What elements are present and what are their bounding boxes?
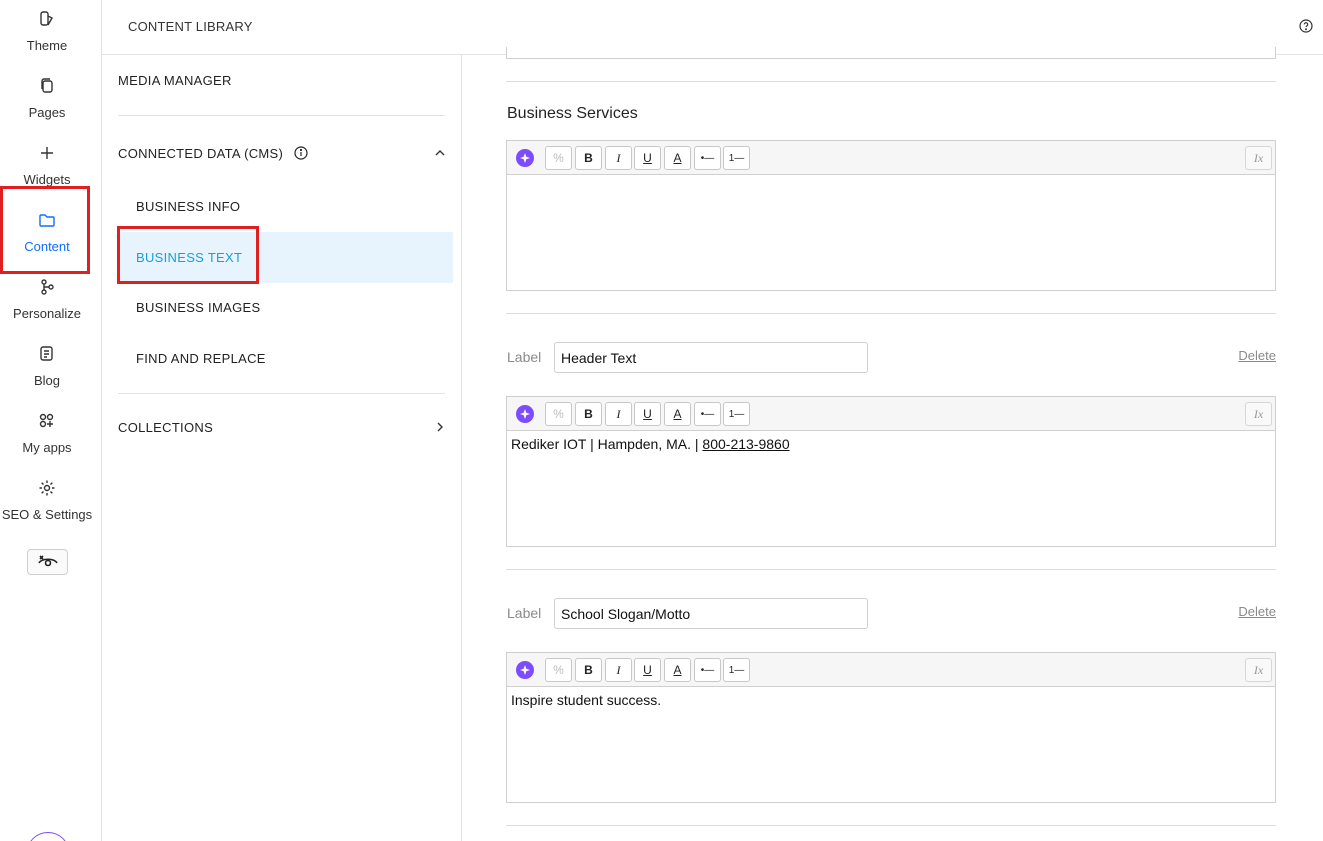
pages-icon: [0, 77, 94, 99]
rail-label: Widgets: [23, 172, 71, 187]
text-editor-previous[interactable]: [506, 47, 1276, 59]
clear-format-button[interactable]: Ix: [1245, 658, 1272, 682]
content-library-panel: MEDIA MANAGER CONNECTED DATA (CMS) BUSIN…: [102, 55, 462, 841]
ai-sparkle-icon[interactable]: [516, 405, 534, 423]
divider: [506, 81, 1276, 82]
editor-text: Inspire student success.: [511, 692, 662, 708]
text-color-button[interactable]: A: [664, 146, 691, 170]
bullet-list-button[interactable]: •—: [694, 402, 721, 426]
clear-format-button[interactable]: Ix: [1245, 146, 1272, 170]
rail-label: My apps: [22, 440, 72, 455]
chevron-up-icon[interactable]: [434, 147, 446, 159]
sidebar-item-business-info[interactable]: BUSINESS INFO: [118, 181, 453, 232]
divider: [506, 313, 1276, 314]
delete-link[interactable]: Delete: [1238, 604, 1276, 619]
divider: [118, 393, 445, 394]
blog-icon: [0, 345, 94, 367]
editor-body[interactable]: [507, 175, 1275, 290]
label-input-header-text[interactable]: [554, 342, 868, 373]
personalize-icon: [0, 278, 94, 300]
apps-icon: [0, 412, 94, 434]
avatar[interactable]: [26, 832, 70, 841]
rich-text-editor[interactable]: % B I U A •— 1— Ix: [506, 140, 1276, 291]
numbered-list-button[interactable]: 1—: [723, 146, 750, 170]
phone-link[interactable]: 800-213-9860: [702, 436, 789, 452]
chevron-right-icon[interactable]: [434, 421, 446, 433]
italic-button[interactable]: I: [605, 658, 632, 682]
rail-item-widgets[interactable]: Widgets: [0, 144, 94, 187]
rail-item-personalize[interactable]: Personalize: [0, 278, 94, 321]
bullet-list-button[interactable]: •—: [694, 146, 721, 170]
text-color-button[interactable]: A: [664, 658, 691, 682]
rail-item-pages[interactable]: Pages: [0, 77, 94, 120]
label-input-slogan[interactable]: [554, 598, 868, 629]
help-icon[interactable]: [1299, 19, 1313, 33]
editor-app: Theme Pages Widgets Content Personalize: [0, 0, 1323, 841]
sidebar-item-label: BUSINESS IMAGES: [136, 300, 261, 315]
rich-text-editor[interactable]: % B I U A •— 1— Ix Inspire student succe…: [506, 652, 1276, 803]
sidebar-item-business-images[interactable]: BUSINESS IMAGES: [118, 282, 453, 333]
bold-button[interactable]: B: [575, 658, 602, 682]
rich-text-editor[interactable]: % B I U A •— 1— Ix Rediker IOT | Hampden…: [506, 396, 1276, 547]
sidebar-item-find-and-replace[interactable]: FIND AND REPLACE: [118, 333, 453, 384]
media-manager-link[interactable]: MEDIA MANAGER: [118, 73, 232, 88]
theme-icon: [0, 10, 94, 32]
eye-preview-icon: [37, 555, 58, 567]
underline-button[interactable]: U: [634, 146, 661, 170]
editor-toolbar: % B I U A •— 1— Ix: [507, 397, 1275, 431]
business-text-editor: Business Services % B I U A •— 1— Ix Lab…: [462, 47, 1323, 841]
ai-sparkle-icon[interactable]: [516, 149, 534, 167]
section-title: Business Services: [507, 105, 638, 122]
left-rail: Theme Pages Widgets Content Personalize: [0, 0, 102, 841]
plus-icon: [0, 144, 94, 166]
page-title: CONTENT LIBRARY: [128, 19, 253, 34]
link-button[interactable]: %: [545, 146, 572, 170]
sidebar-item-label: BUSINESS INFO: [136, 199, 241, 214]
editor-body[interactable]: Rediker IOT | Hampden, MA. | 800-213-986…: [507, 431, 1275, 546]
bold-button[interactable]: B: [575, 146, 602, 170]
divider: [506, 569, 1276, 570]
rail-label: Personalize: [13, 306, 81, 321]
collections-link[interactable]: COLLECTIONS: [118, 420, 213, 435]
rail-label: Theme: [26, 38, 68, 53]
link-button[interactable]: %: [545, 402, 572, 426]
italic-button[interactable]: I: [605, 402, 632, 426]
ai-sparkle-icon[interactable]: [516, 661, 534, 679]
bold-button[interactable]: B: [575, 402, 602, 426]
bullet-list-button[interactable]: •—: [694, 658, 721, 682]
highlight-box-content: [0, 186, 90, 274]
info-icon[interactable]: [294, 146, 308, 160]
numbered-list-button[interactable]: 1—: [723, 658, 750, 682]
clear-format-button[interactable]: Ix: [1245, 402, 1272, 426]
rail-label: Blog: [33, 373, 61, 388]
link-button[interactable]: %: [545, 658, 572, 682]
italic-button[interactable]: I: [605, 146, 632, 170]
rail-item-theme[interactable]: Theme: [0, 10, 94, 53]
rail-label: Pages: [28, 105, 66, 120]
divider: [118, 115, 445, 116]
sidebar-item-label: FIND AND REPLACE: [136, 351, 266, 366]
editor-toolbar: % B I U A •— 1— Ix: [507, 653, 1275, 687]
divider: [506, 825, 1276, 826]
connected-data-toggle[interactable]: CONNECTED DATA (CMS): [118, 146, 283, 161]
editor-body[interactable]: Inspire student success.: [507, 687, 1275, 802]
label-caption: Label: [507, 349, 542, 365]
delete-link[interactable]: Delete: [1238, 348, 1276, 363]
text-color-button[interactable]: A: [664, 402, 691, 426]
editor-toolbar: % B I U A •— 1— Ix: [507, 141, 1275, 175]
gear-icon: [0, 479, 94, 501]
preview-toggle-button[interactable]: [27, 549, 68, 575]
rail-item-blog[interactable]: Blog: [0, 345, 94, 388]
editor-text: Rediker IOT | Hampden, MA. |: [511, 436, 703, 452]
label-caption: Label: [507, 605, 542, 621]
rail-item-seo-settings[interactable]: SEO & Settings: [0, 479, 94, 522]
rail-item-my-apps[interactable]: My apps: [0, 412, 94, 455]
highlight-box-business-text: [117, 226, 259, 284]
rail-label: SEO & Settings: [1, 507, 93, 522]
numbered-list-button[interactable]: 1—: [723, 402, 750, 426]
underline-button[interactable]: U: [634, 658, 661, 682]
underline-button[interactable]: U: [634, 402, 661, 426]
